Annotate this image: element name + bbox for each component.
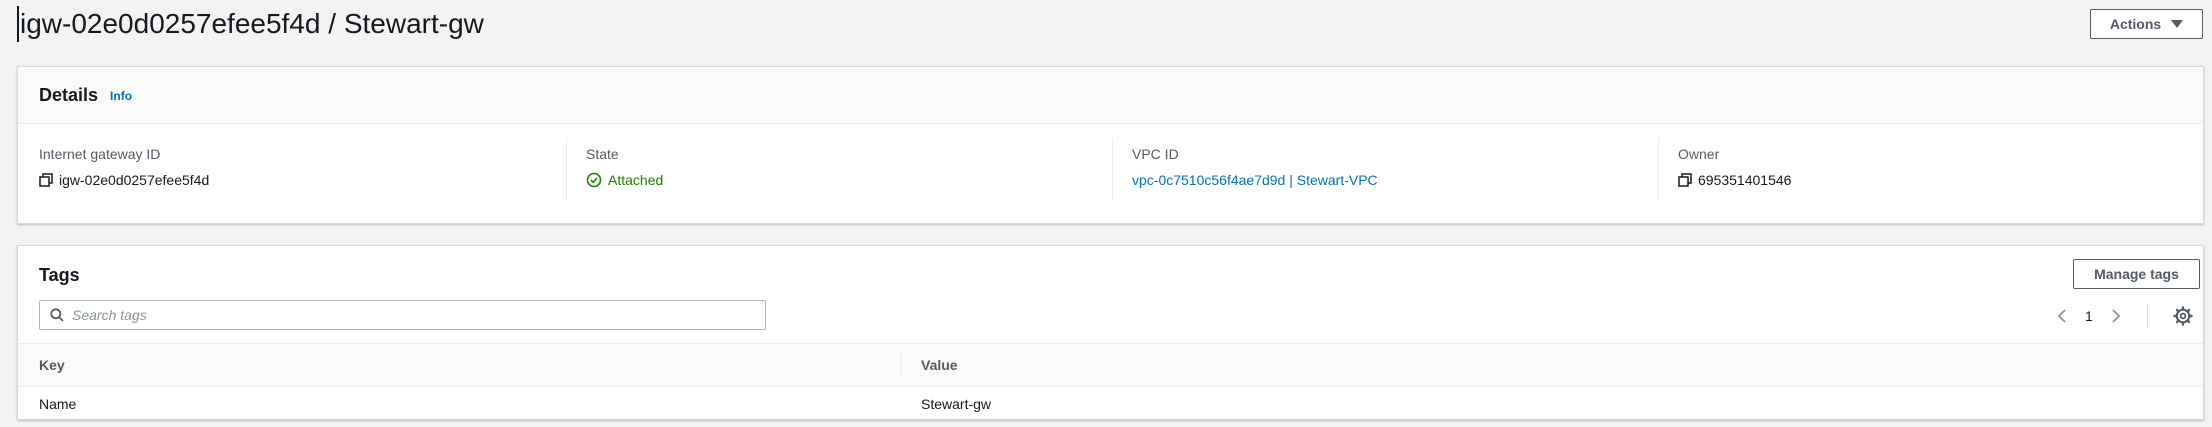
- tag-value-cell: Stewart-gw: [921, 396, 992, 412]
- copy-icon[interactable]: [39, 173, 53, 187]
- actions-button-label: Actions: [2109, 16, 2162, 32]
- column-divider: [1112, 138, 1113, 200]
- table-row: Name Stewart-gw: [18, 387, 2203, 420]
- copy-icon[interactable]: [1678, 173, 1692, 187]
- column-divider: [1658, 138, 1659, 200]
- gear-icon[interactable]: [2173, 306, 2193, 326]
- pagination: 1: [2057, 301, 2121, 331]
- chevron-left-icon[interactable]: [2057, 308, 2067, 324]
- tags-title: Tags: [39, 265, 80, 285]
- column-header-value[interactable]: Value: [921, 357, 958, 373]
- details-title: Details: [39, 84, 99, 105]
- detail-label: Owner: [1678, 146, 1720, 162]
- manage-tags-button[interactable]: Manage tags: [2073, 259, 2200, 289]
- actions-button[interactable]: Actions: [2090, 9, 2203, 39]
- table-header: Key Value: [18, 343, 2203, 387]
- detail-internet-gateway-id: Internet gateway ID igw-02e0d0257efee5f4…: [39, 146, 209, 188]
- check-circle-icon: [586, 172, 602, 188]
- details-body: Internet gateway ID igw-02e0d0257efee5f4…: [18, 124, 2203, 224]
- details-header: Details Info: [18, 67, 2203, 124]
- caret-down-icon: [2171, 20, 2184, 28]
- detail-label: VPC ID: [1132, 146, 1179, 162]
- tag-key-cell: Name: [39, 396, 77, 412]
- page-title: igw-02e0d0257efee5f4d / Stewart-gw: [17, 6, 484, 42]
- detail-state: State Attached: [586, 146, 663, 188]
- page-number[interactable]: 1: [2085, 308, 2093, 324]
- chevron-right-icon[interactable]: [2111, 308, 2121, 324]
- column-header-key[interactable]: Key: [39, 357, 65, 373]
- search-icon: [50, 308, 64, 322]
- column-divider: [901, 353, 902, 377]
- search-tags-input[interactable]: Search tags: [39, 300, 766, 330]
- state-value: Attached: [608, 172, 664, 188]
- detail-value: igw-02e0d0257efee5f4d: [59, 172, 210, 188]
- detail-label: State: [586, 146, 619, 162]
- detail-value: 695351401546: [1698, 172, 1792, 188]
- vpc-link[interactable]: vpc-0c7510c56f4ae7d9d | Stewart-VPC: [1132, 172, 1378, 188]
- detail-label: Internet gateway ID: [39, 146, 161, 162]
- detail-owner: Owner 695351401546: [1678, 146, 1791, 188]
- details-panel: Details Info Internet gateway ID igw-02e…: [17, 66, 2204, 224]
- detail-vpc-id: VPC ID vpc-0c7510c56f4ae7d9d | Stewart-V…: [1132, 146, 1378, 188]
- search-placeholder: Search tags: [72, 307, 147, 323]
- column-divider: [566, 138, 567, 200]
- tags-panel: Tags Manage tags Search tags 1 Key Value…: [17, 245, 2204, 420]
- pager-divider: [2147, 304, 2148, 328]
- info-link[interactable]: Info: [110, 89, 132, 103]
